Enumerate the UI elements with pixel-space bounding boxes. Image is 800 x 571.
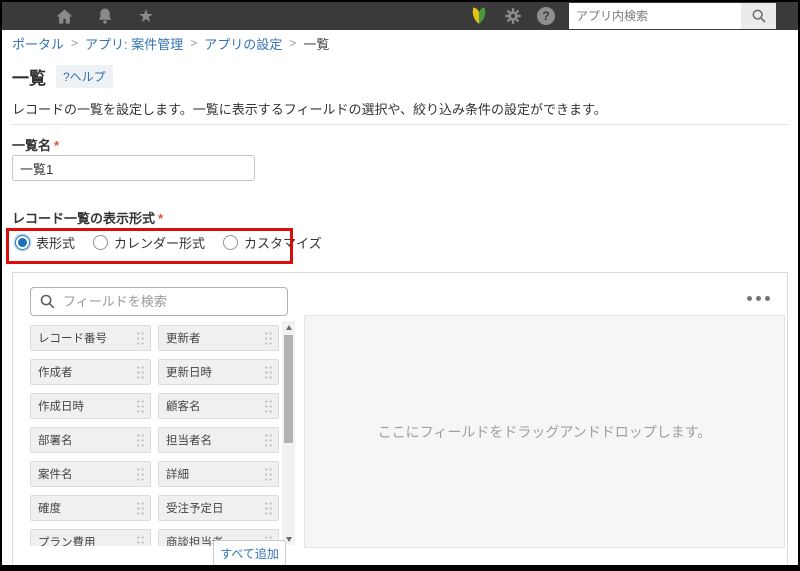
list-name-label: 一覧名 *	[12, 135, 59, 154]
drag-handle-icon	[136, 330, 145, 346]
field-chip[interactable]: 受注予定日	[158, 495, 279, 521]
drag-handle-icon	[264, 330, 273, 346]
drag-handle-icon	[136, 534, 145, 546]
radio-option-label: カスタマイズ	[244, 236, 322, 251]
menu-icon[interactable]	[13, 10, 33, 23]
add-all-button[interactable]: すべて追加	[213, 540, 286, 565]
radio-button-icon	[15, 235, 30, 250]
section-divider	[12, 124, 788, 125]
dropzone-placeholder-text: ここにフィールドをドラッグアンドドロップします。	[377, 423, 712, 440]
display-format-label-text: レコード一覧の表示形式	[12, 211, 156, 226]
field-search-box	[30, 287, 288, 316]
field-chip[interactable]: レコード番号	[30, 325, 151, 351]
app-window: ★ ? アプリ内検索 ポータル > アプリ: 案件管理 > アプリの設定 > 一…	[0, 0, 800, 571]
field-chip-label: 作成者	[38, 367, 73, 379]
required-mark: *	[54, 138, 60, 153]
radio-option-label: 表形式	[36, 236, 76, 251]
field-chip-label: 顧客名	[166, 401, 201, 413]
breadcrumb-portal-link[interactable]: ポータル	[12, 34, 64, 53]
breadcrumb-separator: >	[289, 36, 297, 50]
display-format-radio-option[interactable]: 表形式	[15, 233, 75, 252]
page-title: 一覧	[12, 69, 46, 88]
breadcrumb-app-settings-link[interactable]: アプリの設定	[204, 34, 282, 53]
radio-option-label: カレンダー形式	[114, 236, 206, 251]
field-chip-label: 更新日時	[166, 367, 212, 379]
gear-icon[interactable]	[503, 6, 523, 26]
topbar-right-cluster: ?	[469, 3, 798, 29]
home-icon[interactable]	[54, 6, 74, 26]
field-chip-label: 受注予定日	[166, 503, 224, 515]
app-search-input[interactable]	[569, 3, 741, 29]
star-icon[interactable]: ★	[136, 6, 156, 26]
breadcrumb-separator: >	[71, 36, 79, 50]
search-icon	[40, 294, 55, 309]
drag-handle-icon	[136, 500, 145, 516]
required-mark: *	[158, 211, 164, 226]
field-chip[interactable]: 確度	[30, 495, 151, 521]
drag-handle-icon	[136, 364, 145, 380]
field-chip-list: レコード番号 作成者 作成日時 部署名 案件名 確度 プラン費用 更新者 更新日…	[30, 325, 288, 546]
field-list-scrollbar[interactable]	[282, 321, 295, 545]
field-chip-column-2: 更新者 更新日時 顧客名 担当者名 詳細 受注予定日 商談担当者	[158, 325, 279, 546]
drag-handle-icon	[264, 500, 273, 516]
drag-handle-icon	[136, 466, 145, 482]
app-search-button[interactable]	[741, 3, 776, 29]
field-chip[interactable]: プラン費用	[30, 529, 151, 546]
scrollbar-up-arrow-icon[interactable]	[282, 321, 295, 333]
drag-handle-icon	[264, 466, 273, 482]
field-dropzone[interactable]: ここにフィールドをドラッグアンドドロップします。	[304, 315, 785, 548]
field-chip-label: 確度	[38, 503, 61, 515]
help-icon[interactable]: ?	[537, 7, 555, 25]
help-link[interactable]: ?ヘルプ	[56, 65, 113, 88]
field-chip-label: 案件名	[38, 469, 73, 481]
field-chip[interactable]: 部署名	[30, 427, 151, 453]
field-search-input[interactable]	[63, 294, 279, 309]
field-chip[interactable]: 顧客名	[158, 393, 279, 419]
display-format-label: レコード一覧の表示形式 *	[12, 208, 163, 227]
field-chip[interactable]: 作成者	[30, 359, 151, 385]
list-name-label-text: 一覧名	[12, 138, 52, 153]
page-description: レコードの一覧を設定します。一覧に表示するフィールドの選択や、絞り込み条件の設定…	[12, 102, 607, 117]
field-chip[interactable]: 担当者名	[158, 427, 279, 453]
display-format-radio-option[interactable]: カスタマイズ	[223, 233, 322, 252]
display-format-radio-group: 表形式 カレンダー形式 カスタマイズ	[15, 233, 322, 252]
field-chip[interactable]: 更新日時	[158, 359, 279, 385]
field-chip[interactable]: 案件名	[30, 461, 151, 487]
scrollbar-thumb[interactable]	[284, 335, 293, 443]
field-chip-label: 担当者名	[166, 435, 212, 447]
notification-bell-icon[interactable]	[95, 6, 115, 26]
top-navigation-bar: ★ ? アプリ内検索	[2, 2, 798, 30]
field-picker-panel: レコード番号 作成者 作成日時 部署名 案件名 確度	[12, 272, 788, 565]
field-chip-label: 部署名	[38, 435, 73, 447]
breadcrumb-separator: >	[190, 36, 198, 50]
drag-handle-icon	[264, 432, 273, 448]
field-chip-label: プラン費用	[38, 537, 96, 546]
field-chip[interactable]: 詳細	[158, 461, 279, 487]
radio-button-icon	[223, 235, 239, 250]
app-search	[569, 3, 776, 29]
display-format-radio-option[interactable]: カレンダー形式	[93, 233, 205, 252]
field-chip-column-1: レコード番号 作成者 作成日時 部署名 案件名 確度 プラン費用	[30, 325, 151, 546]
topbar-left-icons: ★	[2, 6, 156, 26]
radio-button-icon	[93, 235, 109, 250]
page-header: 一覧 ?ヘルプ	[12, 64, 113, 89]
drag-handle-icon	[264, 364, 273, 380]
breadcrumb: ポータル > アプリ: 案件管理 > アプリの設定 > 一覧	[2, 30, 798, 56]
beginner-mark-icon[interactable]	[469, 6, 489, 26]
field-chip[interactable]: 作成日時	[30, 393, 151, 419]
drag-handle-icon	[136, 398, 145, 414]
breadcrumb-app-link[interactable]: アプリ: 案件管理	[85, 34, 183, 53]
field-chip-label: 詳細	[166, 469, 189, 481]
field-chip[interactable]: 更新者	[158, 325, 279, 351]
field-chip-label: 作成日時	[38, 401, 84, 413]
field-chip-label: レコード番号	[38, 333, 107, 345]
drag-handle-icon	[264, 398, 273, 414]
field-chip-label: 更新者	[166, 333, 201, 345]
search-icon	[752, 9, 766, 23]
drag-handle-icon	[136, 432, 145, 448]
more-options-icon[interactable]	[744, 293, 773, 304]
breadcrumb-current: 一覧	[303, 36, 330, 52]
list-name-input[interactable]	[12, 155, 255, 181]
